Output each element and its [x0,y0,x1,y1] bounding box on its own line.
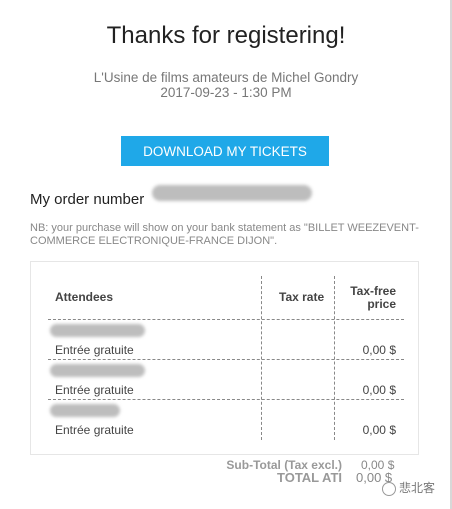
watermark-icon [382,481,396,496]
redacted-attendee-name [50,404,120,417]
header-price-line1: Tax-free [350,284,396,298]
bank-statement-note: NB: your purchase will show on your bank… [30,222,419,247]
row-separator [48,399,404,400]
row-separator [48,319,404,320]
watermark: 悲北客 [382,479,435,496]
header-tax-rate: Tax rate [279,290,325,304]
ticket-type: Entrée gratuite [55,423,134,437]
ticket-type: Entrée gratuite [55,343,134,357]
event-name: L'Usine de films amateurs de Michel Gond… [93,70,359,85]
watermark-text: 悲北客 [399,481,436,495]
ticket-price: 0,00 $ [362,343,396,357]
redacted-attendee-name [50,364,145,377]
redacted-order-number [152,185,312,201]
header-attendees: Attendees [55,290,114,304]
ticket-price: 0,00 $ [362,423,396,437]
header-price-line2: price [367,297,396,311]
redacted-attendee-name [50,324,145,337]
row-separator [48,359,404,360]
download-tickets-button[interactable]: DOWNLOAD MY TICKETS [121,136,329,166]
page-title: Thanks for registering! [106,22,346,49]
ticket-price: 0,00 $ [362,383,396,397]
order-number-label: My order number [30,191,145,208]
total-label: TOTAL ATI [277,470,342,485]
event-datetime: 2017-09-23 - 1:30 PM [160,85,292,100]
column-separator [334,276,335,440]
column-separator [261,276,262,440]
ticket-type: Entrée gratuite [55,383,134,397]
